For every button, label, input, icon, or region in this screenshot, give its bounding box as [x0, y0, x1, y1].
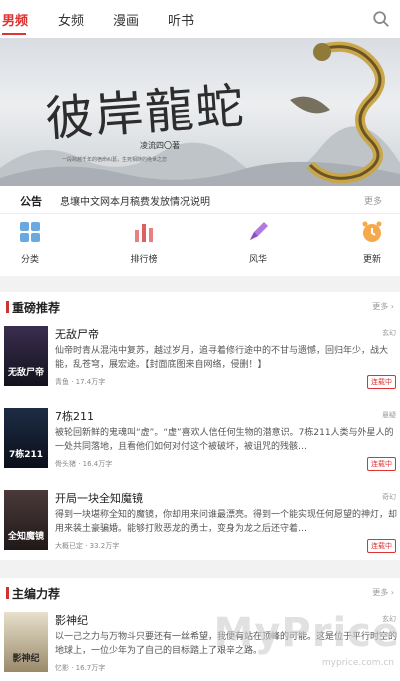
- book-cover[interactable]: 7栋211: [4, 408, 48, 468]
- book-cover[interactable]: 全知魔镜: [4, 490, 48, 550]
- book-description: 得到一块堪称全知的魔镜，你却用来问谁最漂亮。得到一个能实现任何愿望的神灯，却用来…: [55, 510, 398, 534]
- quick-entry-label: 分类: [20, 255, 39, 265]
- announcement-bar[interactable]: 公告 息壤中文网本月稿费发放情况说明 更多: [0, 186, 400, 214]
- top-tab-bar: 男频 女频 漫画 听书: [0, 0, 400, 38]
- watermark-url: myprice.com.cn: [321, 658, 394, 668]
- book-status-badge: 连载中: [367, 457, 396, 471]
- announcement-text[interactable]: 息壤中文网本月稿费发放情况说明: [60, 193, 210, 208]
- book-author-wordcount: 青鱼 · 17.4万字: [55, 378, 106, 386]
- banner-book-title: 彼岸龍蛇: [43, 78, 248, 148]
- book-category: 玄幻: [382, 329, 396, 337]
- pen-icon: [250, 222, 268, 240]
- section-featured: 重磅推荐 更多 › 无敌尸帝 无敌尸帝 玄幻 仙帝时青从混沌中复苏，越过岁月，追…: [0, 292, 400, 560]
- quick-entry-bar: 分类 排行榜 风华 更新: [0, 214, 400, 276]
- book-category: 悬疑: [382, 411, 396, 419]
- book-cover[interactable]: 无敌尸帝: [4, 326, 48, 386]
- watermark: MyPrice myprice.com.cn: [213, 610, 400, 668]
- book-status-badge: 连载中: [367, 375, 396, 389]
- section-accent-bar: [6, 301, 9, 313]
- tab-audiobooks[interactable]: 听书: [168, 10, 194, 29]
- search-icon[interactable]: [372, 10, 390, 28]
- quick-entry-category[interactable]: 分类: [0, 220, 60, 265]
- book-item[interactable]: 无敌尸帝 无敌尸帝 玄幻 仙帝时青从混沌中复苏，越过岁月，追寻着修行途中的不甘与…: [0, 322, 400, 404]
- book-author-wordcount: 忆影 · 16.7万字: [55, 664, 106, 672]
- banner-slogan: 一段跨越千年的宿命纠葛，生死相随的绝世之恋: [62, 157, 168, 163]
- book-status-badge: 连载中: [367, 539, 396, 553]
- active-tab-indicator: [2, 33, 26, 35]
- tab-female[interactable]: 女频: [58, 10, 84, 29]
- book-category: 奇幻: [382, 493, 396, 501]
- book-title[interactable]: 7栋211: [55, 408, 94, 424]
- book-item[interactable]: 7栋211 7栋211 悬疑 被轮回新鲜的鬼魂叫“虚”。“虚”喜欢人信任何生物的…: [0, 404, 400, 486]
- book-title[interactable]: 开局一块全知魔镜: [55, 490, 143, 506]
- book-author-wordcount: 骨头猪 · 16.4万字: [55, 460, 113, 468]
- book-author-wordcount: 大概已定 · 33.2万字: [55, 542, 120, 550]
- section-title: 主编力荐: [12, 587, 61, 601]
- book-cover-title: 无敌尸帝: [7, 368, 44, 378]
- carousel-dots: [183, 176, 215, 186]
- section-accent-bar: [6, 587, 9, 599]
- book-title[interactable]: 影神纪: [55, 612, 88, 628]
- section-more-link[interactable]: 更多 ›: [372, 301, 394, 312]
- grid-icon: [20, 222, 40, 242]
- book-cover-title: 影神纪: [12, 654, 40, 664]
- quick-entry-fenghua[interactable]: 风华: [228, 220, 288, 265]
- book-title[interactable]: 无敌尸帝: [55, 326, 99, 342]
- section-header: 重磅推荐 更多 ›: [0, 292, 400, 322]
- book-description: 被轮回新鲜的鬼魂叫“虚”。“虚”喜欢人信任何生物的潜意识。7栋211人类与外星人…: [55, 428, 394, 452]
- quick-entry-label: 更新: [362, 255, 381, 265]
- quick-entry-updates[interactable]: 更新: [342, 220, 400, 265]
- book-cover-title: 全知魔镜: [7, 532, 44, 542]
- promo-banner[interactable]: 彼岸龍蛇 凌流四〇著 一段跨越千年的宿命纠葛，生死相随的绝世之恋: [0, 38, 400, 186]
- book-cover-title: 7栋211: [8, 450, 44, 460]
- section-more-link[interactable]: 更多 ›: [372, 587, 394, 598]
- tab-comics[interactable]: 漫画: [113, 10, 139, 29]
- tab-male[interactable]: 男频: [2, 10, 28, 29]
- section-title: 重磅推荐: [12, 301, 61, 315]
- announcement-more-link[interactable]: 更多: [364, 194, 382, 207]
- watermark-logo: MyPrice: [213, 610, 400, 656]
- bar-chart-icon: [135, 224, 153, 242]
- book-item[interactable]: 全知魔镜 开局一块全知魔镜 奇幻 得到一块堪称全知的魔镜，你却用来问谁最漂亮。得…: [0, 486, 400, 568]
- book-cover[interactable]: 影神纪: [4, 612, 48, 672]
- clock-icon: [362, 221, 382, 242]
- quick-entry-label: 风华: [248, 255, 267, 265]
- quick-entry-ranking[interactable]: 排行榜: [114, 220, 174, 265]
- quick-entry-label: 排行榜: [130, 255, 158, 265]
- dragon-illustration: [290, 41, 385, 184]
- section-header: 主编力荐 更多 ›: [0, 578, 400, 608]
- banner-author: 凌流四〇著: [140, 141, 180, 150]
- book-description: 仙帝时青从混沌中复苏，越过岁月，追寻着修行途中的不甘与遗憾，回归年少，战大能，乱…: [55, 346, 389, 370]
- announcement-label: 公告: [20, 195, 42, 208]
